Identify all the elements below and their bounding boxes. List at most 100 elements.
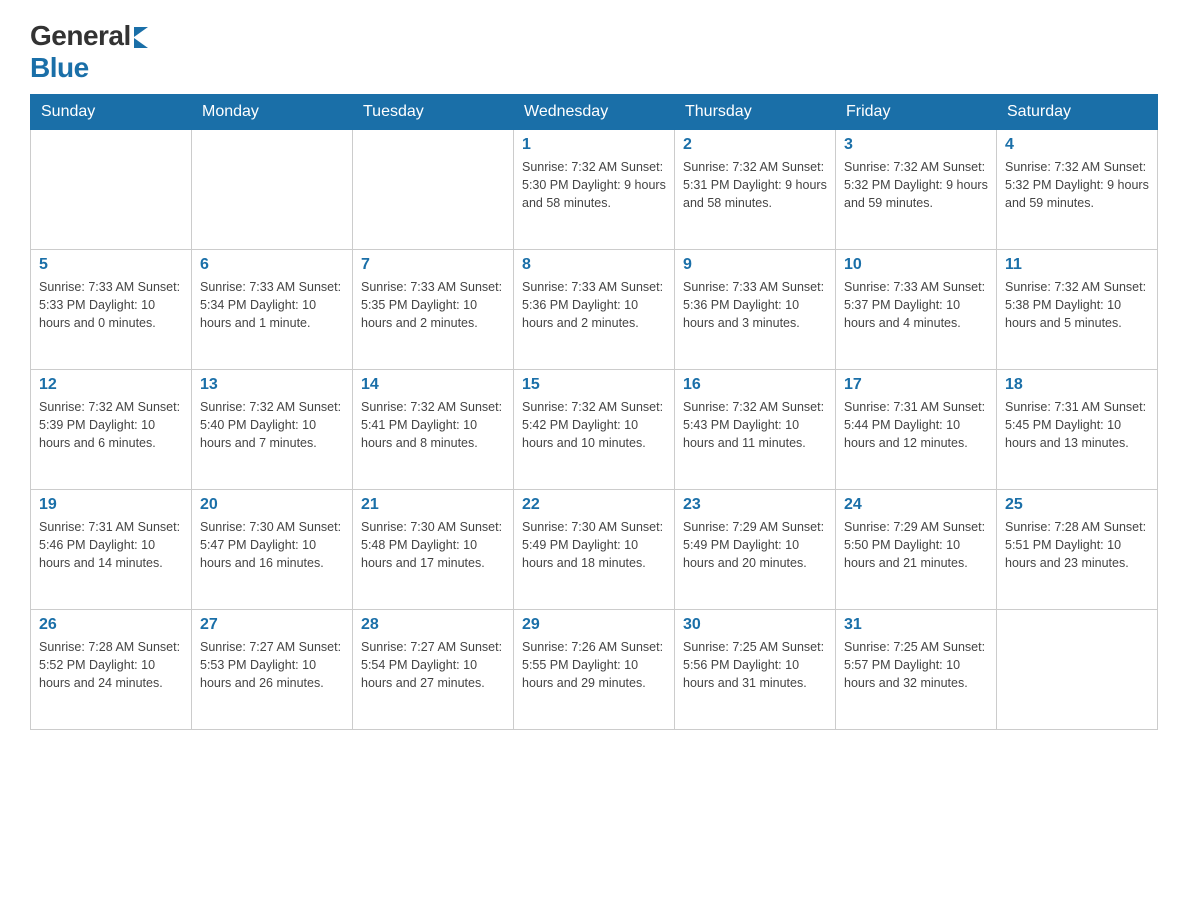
- day-info: Sunrise: 7:30 AM Sunset: 5:48 PM Dayligh…: [361, 518, 505, 572]
- calendar-cell: 2 Sunrise: 7:32 AM Sunset: 5:31 PM Daylig…: [675, 130, 836, 250]
- day-info: Sunrise: 7:27 AM Sunset: 5:53 PM Dayligh…: [200, 638, 344, 692]
- day-number: 27: [200, 616, 344, 634]
- day-info: Sunrise: 7:26 AM Sunset: 5:55 PM Dayligh…: [522, 638, 666, 692]
- page-header: General Blue: [30, 20, 1158, 84]
- calendar-header-friday: Friday: [836, 95, 997, 130]
- day-info: Sunrise: 7:32 AM Sunset: 5:40 PM Dayligh…: [200, 398, 344, 452]
- calendar-week-row: 12 Sunrise: 7:32 AM Sunset: 5:39 PM Dayli…: [31, 370, 1158, 490]
- day-number: 8: [522, 256, 666, 274]
- day-info: Sunrise: 7:25 AM Sunset: 5:56 PM Dayligh…: [683, 638, 827, 692]
- calendar-header-thursday: Thursday: [675, 95, 836, 130]
- calendar-cell: [31, 130, 192, 250]
- calendar-cell: 18 Sunrise: 7:31 AM Sunset: 5:45 PM Dayli…: [997, 370, 1158, 490]
- calendar-cell: 3Sunrise: 7:32 AM Sunset: 5:32 PM Daylig…: [836, 130, 997, 250]
- calendar-cell: 16 Sunrise: 7:32 AM Sunset: 5:43 PM Dayli…: [675, 370, 836, 490]
- day-number: 28: [361, 616, 505, 634]
- day-info: Sunrise: 7:28 AM Sunset: 5:52 PM Dayligh…: [39, 638, 183, 692]
- day-info: Sunrise: 7:32 AM Sunset: 5:30 PM Dayligh…: [522, 158, 666, 212]
- day-info: Sunrise: 7:31 AM Sunset: 5:46 PM Dayligh…: [39, 518, 183, 572]
- calendar-cell: 20 Sunrise: 7:30 AM Sunset: 5:47 PM Dayli…: [192, 490, 353, 610]
- day-info: Sunrise: 7:31 AM Sunset: 5:44 PM Dayligh…: [844, 398, 988, 452]
- calendar-cell: 9 Sunrise: 7:33 AM Sunset: 5:36 PM Daylig…: [675, 250, 836, 370]
- day-number: 1: [522, 136, 666, 154]
- day-number: 11: [1005, 256, 1149, 274]
- calendar-cell: [353, 130, 514, 250]
- calendar-cell: 15 Sunrise: 7:32 AM Sunset: 5:42 PM Dayli…: [514, 370, 675, 490]
- calendar-cell: 1 Sunrise: 7:32 AM Sunset: 5:30 PM Daylig…: [514, 130, 675, 250]
- day-number: 26: [39, 616, 183, 634]
- calendar-cell: 6 Sunrise: 7:33 AM Sunset: 5:34 PM Daylig…: [192, 250, 353, 370]
- calendar-cell: 19 Sunrise: 7:31 AM Sunset: 5:46 PM Dayli…: [31, 490, 192, 610]
- day-info: Sunrise: 7:33 AM Sunset: 5:33 PM Dayligh…: [39, 278, 183, 332]
- calendar-header-tuesday: Tuesday: [353, 95, 514, 130]
- day-info: Sunrise: 7:32 AM Sunset: 5:38 PM Dayligh…: [1005, 278, 1149, 332]
- day-number: 10: [844, 256, 988, 274]
- calendar-cell: 25Sunrise: 7:28 AM Sunset: 5:51 PM Dayli…: [997, 490, 1158, 610]
- day-info: Sunrise: 7:32 AM Sunset: 5:39 PM Dayligh…: [39, 398, 183, 452]
- calendar-cell: 5 Sunrise: 7:33 AM Sunset: 5:33 PM Daylig…: [31, 250, 192, 370]
- logo-blue-text: Blue: [30, 52, 89, 83]
- calendar-cell: 17Sunrise: 7:31 AM Sunset: 5:44 PM Dayli…: [836, 370, 997, 490]
- day-number: 13: [200, 376, 344, 394]
- day-info: Sunrise: 7:32 AM Sunset: 5:42 PM Dayligh…: [522, 398, 666, 452]
- day-info: Sunrise: 7:30 AM Sunset: 5:49 PM Dayligh…: [522, 518, 666, 572]
- calendar-header-saturday: Saturday: [997, 95, 1158, 130]
- day-number: 20: [200, 496, 344, 514]
- day-number: 30: [683, 616, 827, 634]
- day-info: Sunrise: 7:33 AM Sunset: 5:36 PM Dayligh…: [683, 278, 827, 332]
- calendar-week-row: 19 Sunrise: 7:31 AM Sunset: 5:46 PM Dayli…: [31, 490, 1158, 610]
- day-number: 18: [1005, 376, 1149, 394]
- day-number: 7: [361, 256, 505, 274]
- day-info: Sunrise: 7:27 AM Sunset: 5:54 PM Dayligh…: [361, 638, 505, 692]
- day-info: Sunrise: 7:32 AM Sunset: 5:32 PM Dayligh…: [844, 158, 988, 212]
- day-number: 9: [683, 256, 827, 274]
- day-info: Sunrise: 7:32 AM Sunset: 5:31 PM Dayligh…: [683, 158, 827, 212]
- day-info: Sunrise: 7:32 AM Sunset: 5:43 PM Dayligh…: [683, 398, 827, 452]
- day-number: 6: [200, 256, 344, 274]
- calendar-header-sunday: Sunday: [31, 95, 192, 130]
- day-number: 31: [844, 616, 988, 634]
- calendar-week-row: 5 Sunrise: 7:33 AM Sunset: 5:33 PM Daylig…: [31, 250, 1158, 370]
- calendar-cell: [997, 610, 1158, 730]
- day-info: Sunrise: 7:32 AM Sunset: 5:41 PM Dayligh…: [361, 398, 505, 452]
- day-info: Sunrise: 7:30 AM Sunset: 5:47 PM Dayligh…: [200, 518, 344, 572]
- day-info: Sunrise: 7:28 AM Sunset: 5:51 PM Dayligh…: [1005, 518, 1149, 572]
- day-number: 12: [39, 376, 183, 394]
- day-info: Sunrise: 7:29 AM Sunset: 5:50 PM Dayligh…: [844, 518, 988, 572]
- calendar-week-row: 26 Sunrise: 7:28 AM Sunset: 5:52 PM Dayli…: [31, 610, 1158, 730]
- calendar-cell: 31 Sunrise: 7:25 AM Sunset: 5:57 PM Dayli…: [836, 610, 997, 730]
- day-number: 29: [522, 616, 666, 634]
- day-info: Sunrise: 7:33 AM Sunset: 5:34 PM Dayligh…: [200, 278, 344, 332]
- logo-general-text: General: [30, 20, 131, 52]
- calendar-cell: 29 Sunrise: 7:26 AM Sunset: 5:55 PM Dayli…: [514, 610, 675, 730]
- day-info: Sunrise: 7:33 AM Sunset: 5:35 PM Dayligh…: [361, 278, 505, 332]
- day-number: 15: [522, 376, 666, 394]
- day-number: 14: [361, 376, 505, 394]
- day-info: Sunrise: 7:32 AM Sunset: 5:32 PM Dayligh…: [1005, 158, 1149, 212]
- calendar-cell: 24Sunrise: 7:29 AM Sunset: 5:50 PM Dayli…: [836, 490, 997, 610]
- day-number: 21: [361, 496, 505, 514]
- day-number: 4: [1005, 136, 1149, 154]
- day-info: Sunrise: 7:33 AM Sunset: 5:37 PM Dayligh…: [844, 278, 988, 332]
- day-number: 16: [683, 376, 827, 394]
- calendar-cell: 26 Sunrise: 7:28 AM Sunset: 5:52 PM Dayli…: [31, 610, 192, 730]
- day-info: Sunrise: 7:33 AM Sunset: 5:36 PM Dayligh…: [522, 278, 666, 332]
- calendar-cell: 30 Sunrise: 7:25 AM Sunset: 5:56 PM Dayli…: [675, 610, 836, 730]
- day-info: Sunrise: 7:31 AM Sunset: 5:45 PM Dayligh…: [1005, 398, 1149, 452]
- day-number: 5: [39, 256, 183, 274]
- calendar-cell: 4 Sunrise: 7:32 AM Sunset: 5:32 PM Daylig…: [997, 130, 1158, 250]
- calendar-cell: 23Sunrise: 7:29 AM Sunset: 5:49 PM Dayli…: [675, 490, 836, 610]
- calendar-header-row: SundayMondayTuesdayWednesdayThursdayFrid…: [31, 95, 1158, 130]
- day-info: Sunrise: 7:25 AM Sunset: 5:57 PM Dayligh…: [844, 638, 988, 692]
- day-number: 23: [683, 496, 827, 514]
- calendar-week-row: 1 Sunrise: 7:32 AM Sunset: 5:30 PM Daylig…: [31, 130, 1158, 250]
- day-number: 2: [683, 136, 827, 154]
- calendar-cell: 28 Sunrise: 7:27 AM Sunset: 5:54 PM Dayli…: [353, 610, 514, 730]
- day-number: 19: [39, 496, 183, 514]
- calendar-cell: 27 Sunrise: 7:27 AM Sunset: 5:53 PM Dayli…: [192, 610, 353, 730]
- calendar-cell: 22Sunrise: 7:30 AM Sunset: 5:49 PM Dayli…: [514, 490, 675, 610]
- logo: General Blue: [30, 20, 148, 84]
- calendar-cell: 14 Sunrise: 7:32 AM Sunset: 5:41 PM Dayli…: [353, 370, 514, 490]
- calendar-cell: 11 Sunrise: 7:32 AM Sunset: 5:38 PM Dayli…: [997, 250, 1158, 370]
- calendar-cell: 7 Sunrise: 7:33 AM Sunset: 5:35 PM Daylig…: [353, 250, 514, 370]
